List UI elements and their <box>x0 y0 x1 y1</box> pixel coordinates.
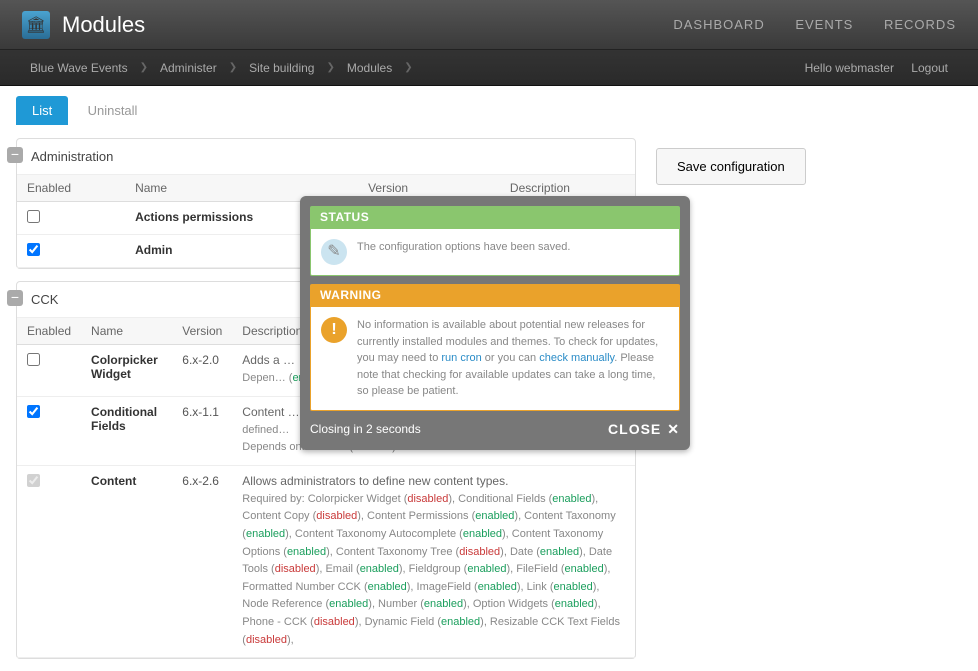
status-text: The configuration options have been save… <box>357 239 570 256</box>
module-description: Allows administrators to define new cont… <box>232 465 635 657</box>
column-header: Enabled <box>17 175 125 202</box>
tabs: List Uninstall <box>16 96 636 126</box>
module-version: 6.x-2.6 <box>172 465 232 657</box>
collapse-icon[interactable]: − <box>7 147 23 163</box>
warning-text: No information is available about potent… <box>357 317 669 400</box>
module-name: Conditional Fields <box>81 396 172 465</box>
column-header: Enabled <box>17 318 81 345</box>
module-name: Content <box>81 465 172 657</box>
module-row: Content6.x-2.6Allows administrators to d… <box>17 465 635 657</box>
module-name: Colorpicker Widget <box>81 345 172 397</box>
module-version: 6.x-1.1 <box>172 396 232 465</box>
warning-heading: WARNING <box>310 284 680 306</box>
crumb-2[interactable]: Site building <box>249 61 314 75</box>
app-icon: 🏛 <box>22 11 50 39</box>
header-bar: 🏛 Modules DASHBOARD EVENTS RECORDS <box>0 0 978 50</box>
closing-text: Closing in 2 seconds <box>310 422 421 436</box>
user-greeting[interactable]: Hello webmaster <box>805 61 894 75</box>
nav-records[interactable]: RECORDS <box>884 17 956 32</box>
save-button[interactable]: Save configuration <box>656 148 806 185</box>
tab-uninstall[interactable]: Uninstall <box>72 96 154 125</box>
check-icon: ✎ <box>321 239 347 265</box>
check-manually-link[interactable]: check manually <box>539 352 614 364</box>
run-cron-link[interactable]: run cron <box>441 352 481 364</box>
nav-events[interactable]: EVENTS <box>795 17 853 32</box>
warning-icon: ! <box>321 317 347 343</box>
crumb-3[interactable]: Modules <box>347 61 392 75</box>
enable-checkbox[interactable] <box>27 210 40 223</box>
breadcrumb: Blue Wave Events❯ Administer❯ Site build… <box>0 50 978 86</box>
column-header: Version <box>172 318 232 345</box>
column-header: Name <box>81 318 172 345</box>
top-nav: DASHBOARD EVENTS RECORDS <box>647 17 956 32</box>
close-button[interactable]: CLOSE✕ <box>608 421 680 438</box>
section-title: Administration <box>17 139 635 175</box>
enable-checkbox[interactable] <box>27 353 40 366</box>
message-overlay: STATUS ✎ The configuration options have … <box>300 196 690 450</box>
enable-checkbox[interactable] <box>27 243 40 256</box>
module-version: 6.x-2.0 <box>172 345 232 397</box>
logout-link[interactable]: Logout <box>911 61 948 75</box>
page-title: Modules <box>62 12 647 38</box>
enable-checkbox[interactable] <box>27 405 40 418</box>
enable-checkbox[interactable] <box>27 474 40 487</box>
nav-dashboard[interactable]: DASHBOARD <box>673 17 764 32</box>
status-heading: STATUS <box>310 206 680 228</box>
tab-list[interactable]: List <box>16 96 68 125</box>
crumb-0[interactable]: Blue Wave Events <box>30 61 128 75</box>
crumb-1[interactable]: Administer <box>160 61 217 75</box>
collapse-icon[interactable]: − <box>7 290 23 306</box>
close-icon: ✕ <box>667 421 680 438</box>
